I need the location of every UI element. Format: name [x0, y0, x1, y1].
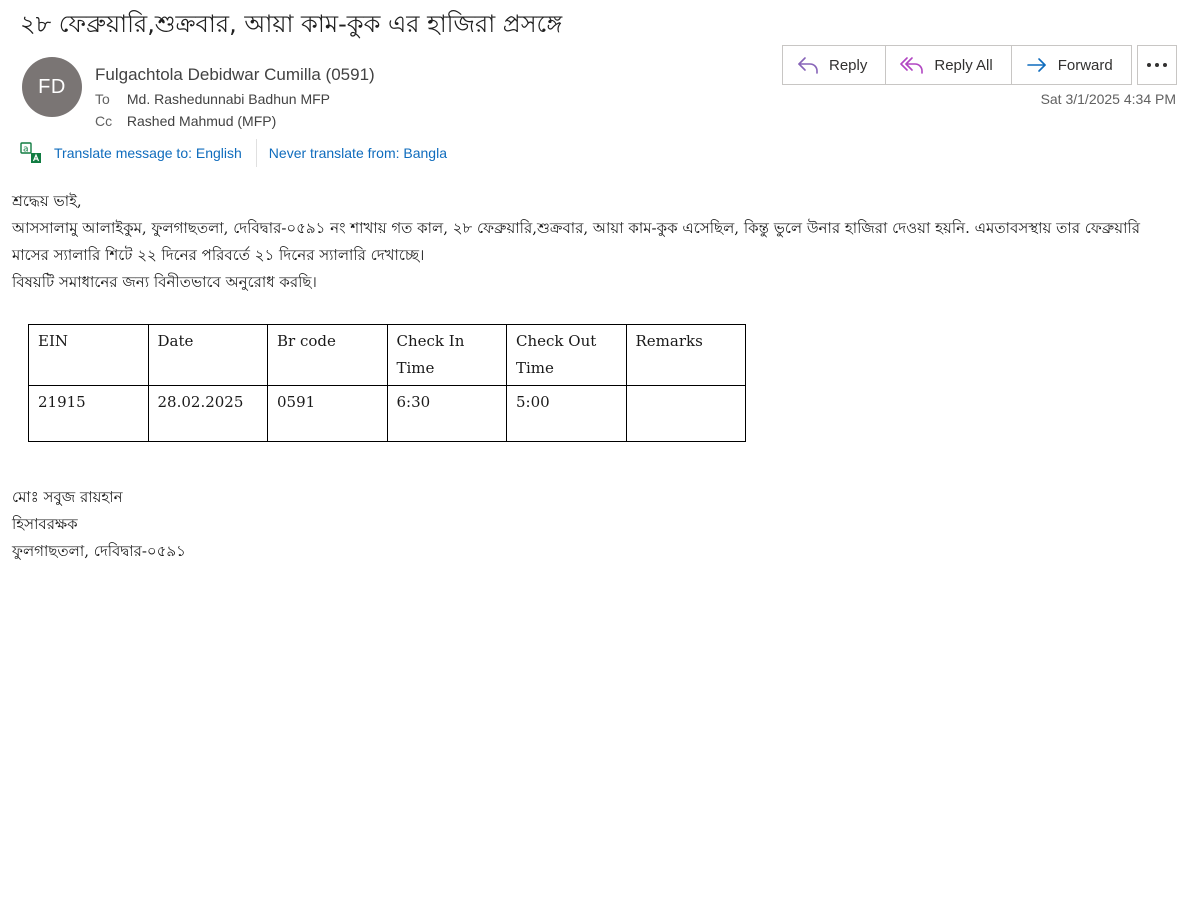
table-row: 21915 28.02.2025 0591 6:30 5:00: [28, 385, 746, 442]
forward-button[interactable]: Forward: [1011, 46, 1131, 84]
never-translate-link[interactable]: Never translate from: Bangla: [269, 145, 447, 161]
header-ein: EIN: [28, 324, 149, 386]
signature-name: মোঃ সবুজ রায়হান: [12, 488, 123, 506]
header-check-out: Check Out Time: [506, 324, 627, 386]
signature: মোঃ সবুজ রায়হান হিসাবরক্ষক ফুলগাছতলা, দ…: [12, 484, 186, 565]
forward-label: Forward: [1057, 56, 1113, 74]
translate-message-link[interactable]: Translate message to: English: [54, 145, 242, 161]
translate-icon: a: [20, 142, 42, 164]
received-date: Sat 3/1/2025 4:34 PM: [1040, 91, 1176, 107]
cc-recipient[interactable]: Rashed Mahmud (MFP): [127, 113, 276, 129]
to-label: To: [95, 91, 110, 107]
forward-arrow-icon: [1026, 58, 1046, 72]
to-row: To Md. Rashedunnabi Badhun MFP: [95, 91, 330, 107]
cc-label: Cc: [95, 113, 113, 129]
reply-all-label: Reply All: [934, 56, 993, 74]
translate-divider: [255, 139, 257, 167]
header-br-code: Br code: [267, 324, 388, 386]
svg-text:a: a: [23, 145, 29, 155]
reply-button[interactable]: Reply: [783, 46, 887, 84]
header-check-in: Check In Time: [386, 324, 507, 386]
body-paragraph-1: আসসালামু আলাইকুম, ফুলগাছতলা, দেবিদ্বার-০…: [12, 219, 1140, 264]
reply-all-button[interactable]: Reply All: [886, 46, 1012, 84]
signature-title: হিসাবরক্ষক: [12, 515, 78, 533]
email-subject: ২৮ ফেব্রুয়ারি,শুক্রবার, আয়া কাম-কুক এর…: [20, 10, 563, 38]
table-header-row: EIN Date Br code Check In Time Check Out…: [28, 324, 746, 386]
greeting: শ্রদ্ধেয় ভাই,: [12, 192, 82, 210]
message-actions: Reply Reply All Forward: [782, 45, 1132, 85]
signature-branch: ফুলগাছতলা, দেবিদ্বার-০৫৯১: [12, 542, 186, 560]
more-actions-button[interactable]: [1137, 45, 1177, 85]
cc-row: Cc Rashed Mahmud (MFP): [95, 113, 276, 129]
header-remarks: Remarks: [625, 324, 746, 386]
cell-ein: 21915: [28, 385, 149, 442]
cell-date: 28.02.2025: [147, 385, 268, 442]
cell-check-out: 5:00: [506, 385, 627, 442]
reply-all-icon: [900, 57, 924, 74]
attendance-table: EIN Date Br code Check In Time Check Out…: [28, 324, 746, 442]
body-paragraph-2: বিষয়টি সমাধানের জন্য বিনীতভাবে অনুরোধ ক…: [12, 273, 317, 291]
cell-check-in: 6:30: [386, 385, 507, 442]
reply-icon: [798, 57, 818, 74]
to-recipient[interactable]: Md. Rashedunnabi Badhun MFP: [127, 91, 330, 107]
more-horizontal-icon: [1147, 63, 1167, 67]
message-body: শ্রদ্ধেয় ভাই, আসসালামু আলাইকুম, ফুলগাছত…: [12, 188, 1172, 296]
sender-name[interactable]: Fulgachtola Debidwar Cumilla (0591): [95, 65, 375, 85]
cell-remarks: [625, 385, 746, 442]
translate-bar: a Translate message to: English Never tr…: [20, 139, 447, 167]
reply-label: Reply: [829, 56, 868, 74]
header-date: Date: [147, 324, 268, 386]
sender-avatar[interactable]: FD: [22, 57, 82, 117]
cell-br-code: 0591: [267, 385, 388, 442]
